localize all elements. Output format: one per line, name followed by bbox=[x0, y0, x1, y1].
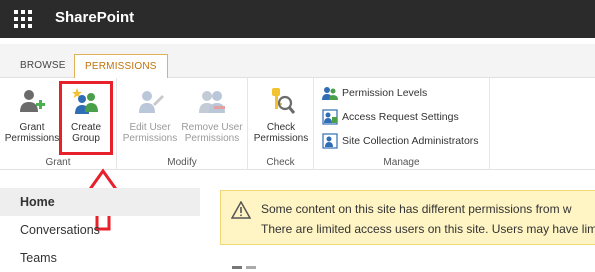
edit-user-permissions-label-1: Edit User bbox=[129, 122, 171, 133]
edit-user-permissions-button[interactable]: Edit User Permissions bbox=[121, 86, 179, 144]
manage-group-label: Manage bbox=[383, 157, 420, 168]
access-request-settings-icon bbox=[322, 109, 338, 125]
check-permissions-label-2: Permissions bbox=[253, 133, 309, 144]
nav-item-conversations[interactable]: Conversations bbox=[0, 216, 200, 244]
banner-message-1: Some content on this site has different … bbox=[261, 202, 572, 216]
site-collection-administrators-button[interactable]: Site Collection Administrators bbox=[322, 132, 479, 150]
permission-levels-icon bbox=[322, 87, 338, 100]
access-request-settings-button[interactable]: Access Request Settings bbox=[322, 108, 459, 126]
access-request-settings-label: Access Request Settings bbox=[342, 111, 459, 123]
tab-permissions[interactable]: PERMISSIONS bbox=[74, 54, 168, 79]
grant-permissions-label-2: Permissions bbox=[4, 133, 60, 144]
remove-user-permissions-label-1: Remove User bbox=[181, 122, 243, 133]
ribbon-tabstrip: BROWSE PERMISSIONS bbox=[0, 44, 595, 79]
check-permissions-icon bbox=[272, 88, 296, 114]
edit-user-permissions-label-2: Permissions bbox=[122, 133, 178, 144]
grant-permissions-icon bbox=[20, 90, 45, 112]
remove-user-permissions-button[interactable]: Remove User Permissions bbox=[179, 86, 245, 144]
site-collection-administrators-icon bbox=[322, 133, 338, 149]
cut-off-content-fragment bbox=[232, 266, 256, 269]
permissions-warning-banner: Some content on this site has different … bbox=[220, 190, 595, 245]
check-group-label: Check bbox=[266, 157, 295, 168]
grant-permissions-button[interactable]: Grant Permissions bbox=[4, 86, 60, 144]
modify-group-label: Modify bbox=[167, 157, 197, 168]
tab-browse[interactable]: BROWSE bbox=[10, 54, 76, 78]
site-collection-administrators-label: Site Collection Administrators bbox=[342, 135, 479, 147]
app-launcher-icon[interactable] bbox=[14, 10, 32, 28]
permission-levels-button[interactable]: Permission Levels bbox=[322, 84, 427, 102]
ribbon-group-check: Check Permissions Check bbox=[248, 78, 314, 170]
app-title[interactable]: SharePoint bbox=[55, 9, 134, 26]
permission-levels-label: Permission Levels bbox=[342, 87, 428, 99]
remove-user-permissions-icon bbox=[199, 91, 225, 113]
banner-message-2: There are limited access users on this s… bbox=[261, 222, 595, 236]
check-permissions-button[interactable]: Check Permissions bbox=[252, 86, 310, 144]
warning-icon bbox=[231, 201, 251, 219]
create-group-highlight-box bbox=[59, 81, 113, 155]
nav-item-home[interactable]: Home bbox=[0, 188, 200, 216]
edit-user-permissions-icon bbox=[139, 91, 164, 113]
left-navigation: Home Conversations Teams bbox=[0, 188, 200, 272]
nav-item-teams[interactable]: Teams bbox=[0, 244, 200, 272]
grant-permissions-label-1: Grant bbox=[19, 122, 45, 133]
ribbon-group-modify: Edit User Permissions Remove User Permis… bbox=[117, 78, 248, 170]
grant-group-label: Grant bbox=[45, 157, 71, 168]
remove-user-permissions-label-2: Permissions bbox=[184, 133, 240, 144]
suite-bar: SharePoint bbox=[0, 0, 595, 38]
check-permissions-label-1: Check bbox=[266, 122, 296, 133]
